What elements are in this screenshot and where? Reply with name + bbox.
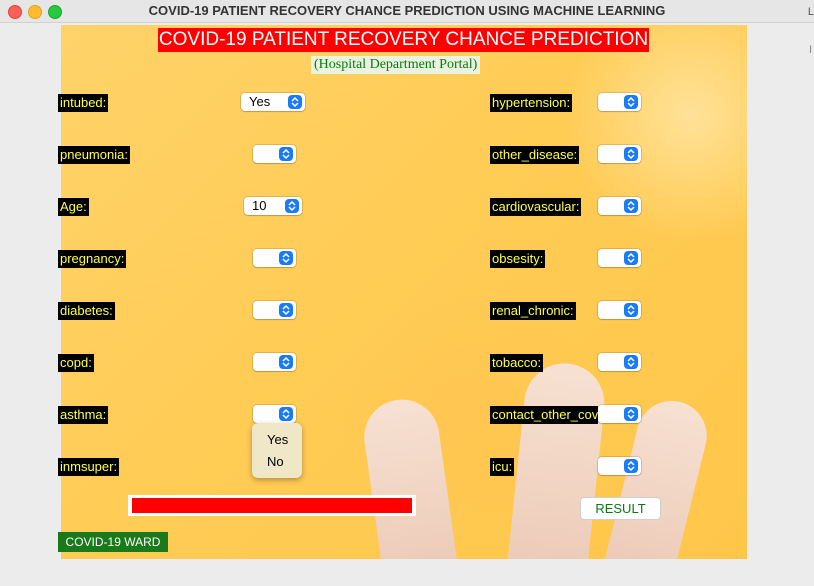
select-age-value: 10 [252,198,267,213]
label-pneumonia: pneumonia: [58,146,130,164]
select-renal-chronic[interactable] [598,301,641,319]
label-intubed: intubed: [58,94,109,112]
window-title: COVID-19 PATIENT RECOVERY CHANCE PREDICT… [148,3,666,18]
prediction-progress-bar [128,495,416,516]
label-copd: copd: [58,354,94,372]
adjacent-window-edge-text: L [807,6,814,18]
chevron-updown-icon [279,407,293,421]
label-diabetes: diabetes: [58,302,115,320]
label-obsesity: obsesity: [490,250,546,268]
dropdown-option-yes[interactable]: Yes [267,432,288,447]
select-tobacco[interactable] [598,353,641,371]
dropdown-menu: Yes No [252,423,302,478]
chevron-updown-icon [624,303,638,317]
chevron-updown-icon [288,95,302,109]
app-title: COVID-19 PATIENT RECOVERY CHANCE PREDICT… [158,28,649,52]
label-tobacco: tobacco: [490,354,544,372]
chevron-updown-icon [279,355,293,369]
chevron-updown-icon [624,459,638,473]
select-intubed-value: Yes [249,94,271,109]
dropdown-option-no[interactable]: No [267,454,284,469]
chevron-updown-icon [279,303,293,317]
select-obsesity[interactable] [598,249,641,267]
select-intubed[interactable]: Yes [241,93,305,111]
select-diabetes[interactable] [253,301,296,319]
label-asthma: asthma: [58,406,109,424]
label-other-disease: other_disease: [490,146,580,164]
window-titlebar: COVID-19 PATIENT RECOVERY CHANCE PREDICT… [0,0,814,23]
chevron-updown-icon [624,355,638,369]
label-hypertension: hypertension: [490,94,573,112]
app-subtitle: (Hospital Department Portal) [311,56,481,74]
background-image [61,25,747,559]
label-age: Age: [58,198,89,216]
select-icu[interactable] [598,457,641,475]
chevron-updown-icon [624,95,638,109]
select-hypertension[interactable] [598,93,641,111]
select-cardiovascular[interactable] [598,197,641,215]
select-contact-other-covid[interactable] [598,405,641,423]
select-age[interactable]: 10 [244,197,302,215]
label-renal-chronic: renal_chronic: [490,302,576,320]
select-copd[interactable] [253,353,296,371]
chevron-updown-icon [624,199,638,213]
chevron-updown-icon [279,251,293,265]
adjacent-window-edge-glyph: I [808,44,812,56]
label-inmsuper: inmsuper: [58,458,120,476]
select-pregnancy[interactable] [253,249,296,267]
chevron-updown-icon [624,147,638,161]
label-icu: icu: [490,458,515,476]
chevron-updown-icon [624,407,638,421]
select-other-disease[interactable] [598,145,641,163]
label-pregnancy: pregnancy: [58,250,127,268]
progress-bar-fill [132,498,412,513]
covid-ward-label: COVID-19 WARD [58,532,168,552]
select-pneumonia[interactable] [253,145,296,163]
label-contact-other-covid: contact_other_covid: [490,406,598,424]
select-asthma[interactable] [253,405,296,423]
result-button[interactable]: RESULT [580,497,661,520]
chevron-updown-icon [624,251,638,265]
label-cardiovascular: cardiovascular: [490,198,582,216]
chevron-updown-icon [285,199,299,213]
chevron-updown-icon [279,147,293,161]
